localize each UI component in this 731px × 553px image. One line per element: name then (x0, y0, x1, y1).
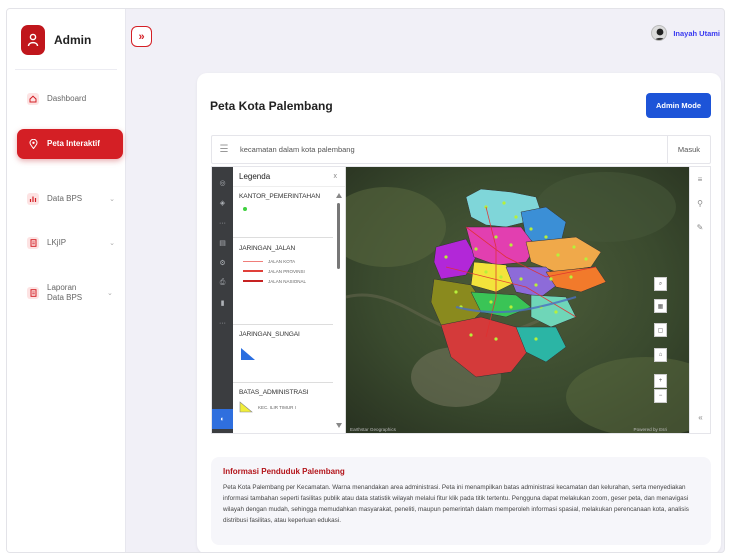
map-card: Peta Kota Palembang Admin Mode ☰ Masuk ◎… (197, 73, 721, 552)
sidebar-item-label: Laporan Data BPS (47, 283, 83, 302)
zoom-out-icon[interactable]: − (654, 389, 667, 403)
sidebar-item-data-bps[interactable]: Data BPS ⌄ (17, 193, 123, 205)
zoom-in-icon[interactable]: + (654, 374, 667, 388)
divider (15, 69, 117, 70)
admin-mode-button[interactable]: Admin Mode (646, 93, 711, 118)
info-text: Peta Kota Palembang per Kecamatan. Warna… (223, 484, 689, 524)
legend-line-item: JALAN KOTA (243, 256, 334, 266)
legend-line-item: JALAN NASIONAL (243, 276, 334, 286)
satellite-map (326, 167, 710, 433)
sidebar-item-dashboard[interactable]: Dashboard (17, 93, 123, 105)
sidebar-item-peta-interaktif[interactable]: Peta Interaktif (17, 129, 123, 159)
search-bar: ☰ Masuk (211, 135, 711, 164)
legend-section-sungai: JARINGAN_SUNGAI (239, 331, 334, 362)
more-icon[interactable]: ··· (212, 313, 233, 333)
map-right-toolbar: ≡ ⚲ ✎ « (689, 167, 710, 433)
legend-item-label: KEC. ILIR TIMUR I (258, 404, 296, 410)
app-title: Admin (54, 33, 92, 47)
polygon-symbol (239, 401, 253, 413)
line-symbol (243, 280, 263, 282)
analysis-icon[interactable]: ⚲ (690, 191, 710, 215)
legend-section-title: BATAS_ADMINISTRASI (239, 389, 309, 396)
menu-icon[interactable]: ☰ (212, 144, 236, 155)
legend-header: Legenda x (233, 167, 345, 187)
fullscreen-icon[interactable]: ▢ (654, 323, 667, 337)
legend-section-kantor: KANTOR_PEMERINTAHAN (239, 193, 334, 211)
divider (233, 324, 333, 325)
map-toolstrip: ◎ ◈ ··· ▤ ⚙ ⎙ ▮ ··· ◐ (212, 167, 233, 433)
report-icon (27, 287, 39, 299)
sidebar-item-label: Peta Interaktif (47, 139, 100, 148)
bar-chart-icon (27, 193, 39, 205)
scroll-down-icon[interactable] (336, 423, 342, 428)
map-pin-icon (27, 138, 39, 150)
basemap-gallery-icon[interactable]: ▦ (654, 299, 667, 313)
user-name: Inayah Utami (673, 28, 720, 38)
legend-item-label: JALAN PROVINSI (268, 268, 305, 274)
sidebar-item-label: Data BPS (47, 194, 83, 203)
page-title: Peta Kota Palembang (210, 99, 333, 113)
legend-panel: Legenda x KANTOR_PEMERINTAHAN JARINGAN_J… (233, 167, 346, 433)
river-symbol (241, 348, 255, 360)
sidebar-item-label: Dashboard (47, 94, 87, 103)
map-viewer: ◎ ◈ ··· ▤ ⚙ ⎙ ▮ ··· ◐ Legenda x KANTOR_P… (211, 166, 711, 434)
sidebar-toggle-button[interactable]: » (131, 26, 152, 47)
user-logo-icon (21, 25, 45, 55)
layer-list-icon[interactable]: ≡ (690, 167, 710, 191)
map-canvas[interactable]: Earthstar Geographics Powered by Esri ⌕ … (326, 167, 710, 433)
avatar (651, 25, 668, 41)
app-window: Admin Dashboard Peta Interaktif Data BPS… (6, 8, 725, 553)
layers-icon[interactable]: ◎ (212, 173, 233, 193)
legend-section-title: JARINGAN_JALAN (239, 245, 296, 252)
basemap-icon[interactable]: ◈ (212, 193, 233, 213)
map-attribution: Earthstar Geographics (350, 427, 396, 432)
document-icon (27, 237, 39, 249)
sidebar-item-laporan-data-bps[interactable]: Laporan Data BPS ⌄ (17, 283, 123, 303)
line-symbol (243, 260, 263, 262)
legend-section-jalan: JARINGAN_JALAN JALAN KOTA JALAN PROVINSI… (239, 245, 334, 286)
bookmark-icon[interactable]: ▮ (212, 293, 233, 313)
divider (233, 237, 333, 238)
settings-icon[interactable]: ⚙ (212, 253, 233, 273)
home-view-icon[interactable]: ⌂ (654, 348, 667, 362)
map-attribution-esri[interactable]: Powered by Esri (634, 427, 667, 432)
info-panel: Informasi Penduduk Palembang Peta Kota P… (211, 457, 711, 545)
legend-line-item: JALAN PROVINSI (243, 266, 334, 276)
legend-poly-item: KEC. ILIR TIMUR I (239, 401, 334, 413)
scroll-up-icon[interactable] (336, 193, 342, 198)
legend-section-batas: BATAS_ADMINISTRASI KEC. ILIR TIMUR I (239, 389, 334, 413)
line-symbol (243, 270, 263, 272)
scroll-thumb[interactable] (337, 203, 340, 269)
point-symbol (243, 207, 247, 211)
sidebar-item-lkjip[interactable]: LKjIP ⌄ (17, 237, 123, 249)
legend-tool-icon[interactable]: ◐ (212, 409, 233, 429)
table-icon[interactable]: ▤ (212, 233, 233, 253)
chevron-down-icon: ⌄ (107, 290, 113, 297)
search-icon[interactable]: ⌕ (654, 277, 667, 291)
home-icon (27, 93, 39, 105)
legend-item-label: JALAN NASIONAL (268, 278, 307, 284)
legend-scrollbar[interactable] (337, 197, 340, 429)
more-icon[interactable]: ··· (212, 213, 233, 233)
sidebar: Admin Dashboard Peta Interaktif Data BPS… (7, 9, 126, 552)
chevron-down-icon: ⌄ (109, 240, 115, 247)
legend-title: Legenda (239, 172, 271, 181)
search-submit-button[interactable]: Masuk (666, 136, 710, 163)
info-title: Informasi Penduduk Palembang (223, 467, 345, 476)
legend-item-label: JALAN KOTA (268, 258, 296, 264)
chevron-down-icon: ⌄ (109, 196, 115, 203)
legend-section-title: KANTOR_PEMERINTAHAN (239, 193, 321, 200)
sidebar-item-label: LKjIP (47, 238, 67, 247)
search-input[interactable] (236, 145, 667, 154)
print-icon[interactable]: ⎙ (212, 273, 233, 293)
close-icon[interactable]: x (334, 173, 338, 180)
divider (233, 382, 333, 383)
brand: Admin (21, 25, 91, 55)
legend-section-title: JARINGAN_SUNGAI (239, 331, 300, 338)
user-menu[interactable]: Inayah Utami (651, 25, 720, 41)
edit-icon[interactable]: ✎ (690, 215, 710, 239)
collapse-icon[interactable]: « (690, 405, 710, 429)
